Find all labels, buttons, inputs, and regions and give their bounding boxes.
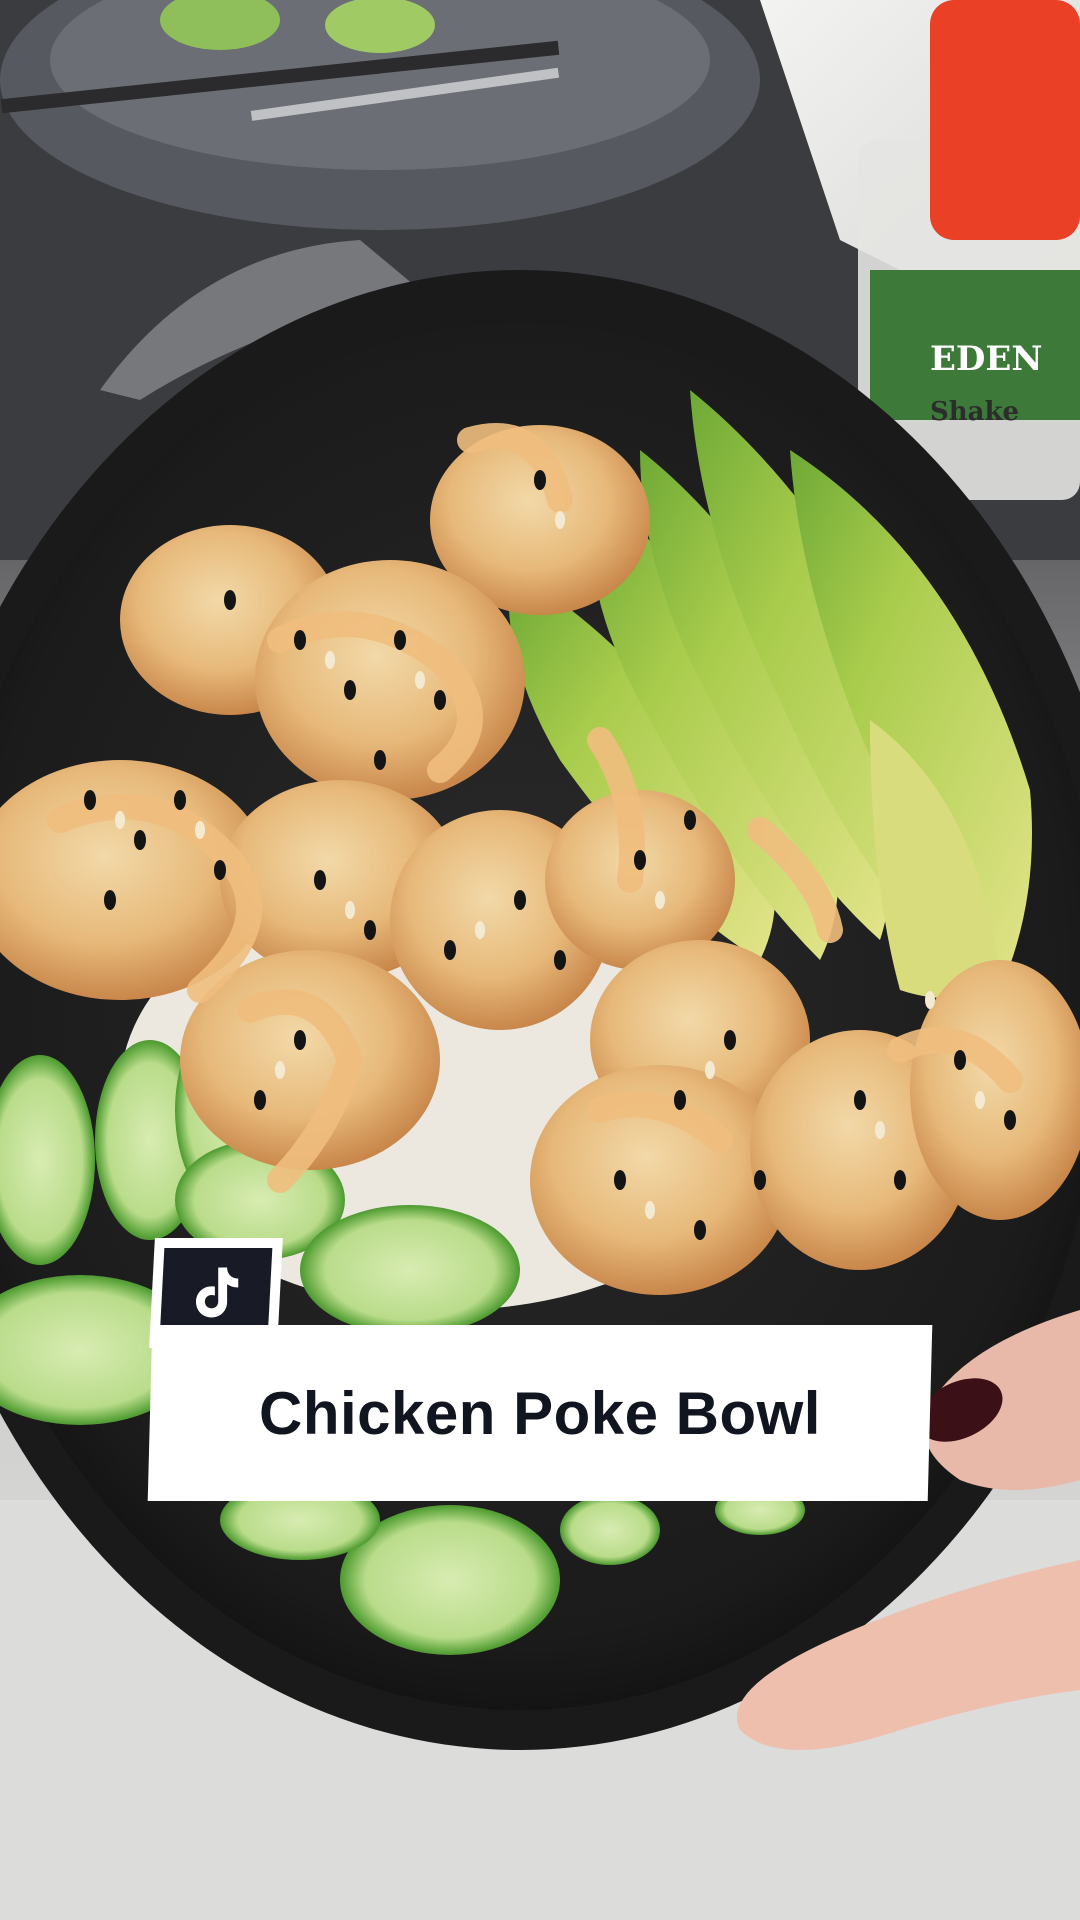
video-title-card: Chicken Poke Bowl [147, 1325, 933, 1501]
food-photo: EDEN Shake [0, 0, 1080, 1920]
svg-text:EDEN: EDEN [930, 339, 1042, 379]
video-frame: EDEN Shake Chicken Poke Bowl [0, 0, 1080, 1920]
svg-text:Shake: Shake [930, 397, 1019, 427]
video-title: Chicken Poke Bowl [259, 1379, 821, 1447]
tiktok-icon [196, 1267, 239, 1318]
